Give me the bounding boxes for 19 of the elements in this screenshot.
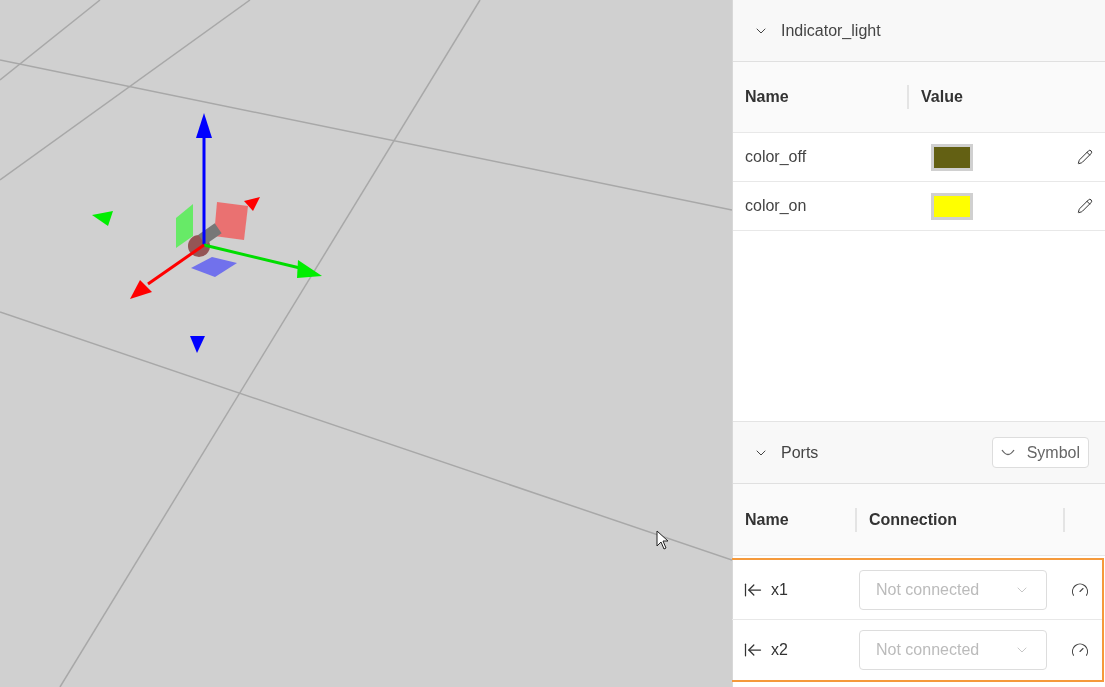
column-header: Value	[920, 87, 963, 107]
symbol-button[interactable]: Symbol	[991, 437, 1089, 468]
property-name: color_off	[744, 147, 808, 167]
property-name: color_on	[744, 196, 808, 216]
gauge-icon[interactable]	[1071, 641, 1089, 659]
edit-icon[interactable]	[1077, 149, 1093, 165]
section-toggle[interactable]: Indicator_light	[753, 18, 881, 43]
loading-spinner-icon	[1000, 448, 1015, 457]
section-toggle[interactable]: Ports	[753, 440, 819, 465]
gauge-icon[interactable]	[1071, 580, 1089, 599]
port-name: x1	[770, 579, 789, 600]
color-swatch[interactable]	[931, 143, 973, 171]
color-swatch[interactable]	[931, 192, 973, 220]
edit-icon[interactable]	[1077, 198, 1093, 214]
column-header: Connection	[857, 507, 1065, 532]
mouse-pointer-icon	[656, 530, 670, 550]
column-header: Name	[733, 507, 857, 532]
port-name: x2	[770, 640, 789, 660]
column-header: Name	[733, 85, 909, 109]
